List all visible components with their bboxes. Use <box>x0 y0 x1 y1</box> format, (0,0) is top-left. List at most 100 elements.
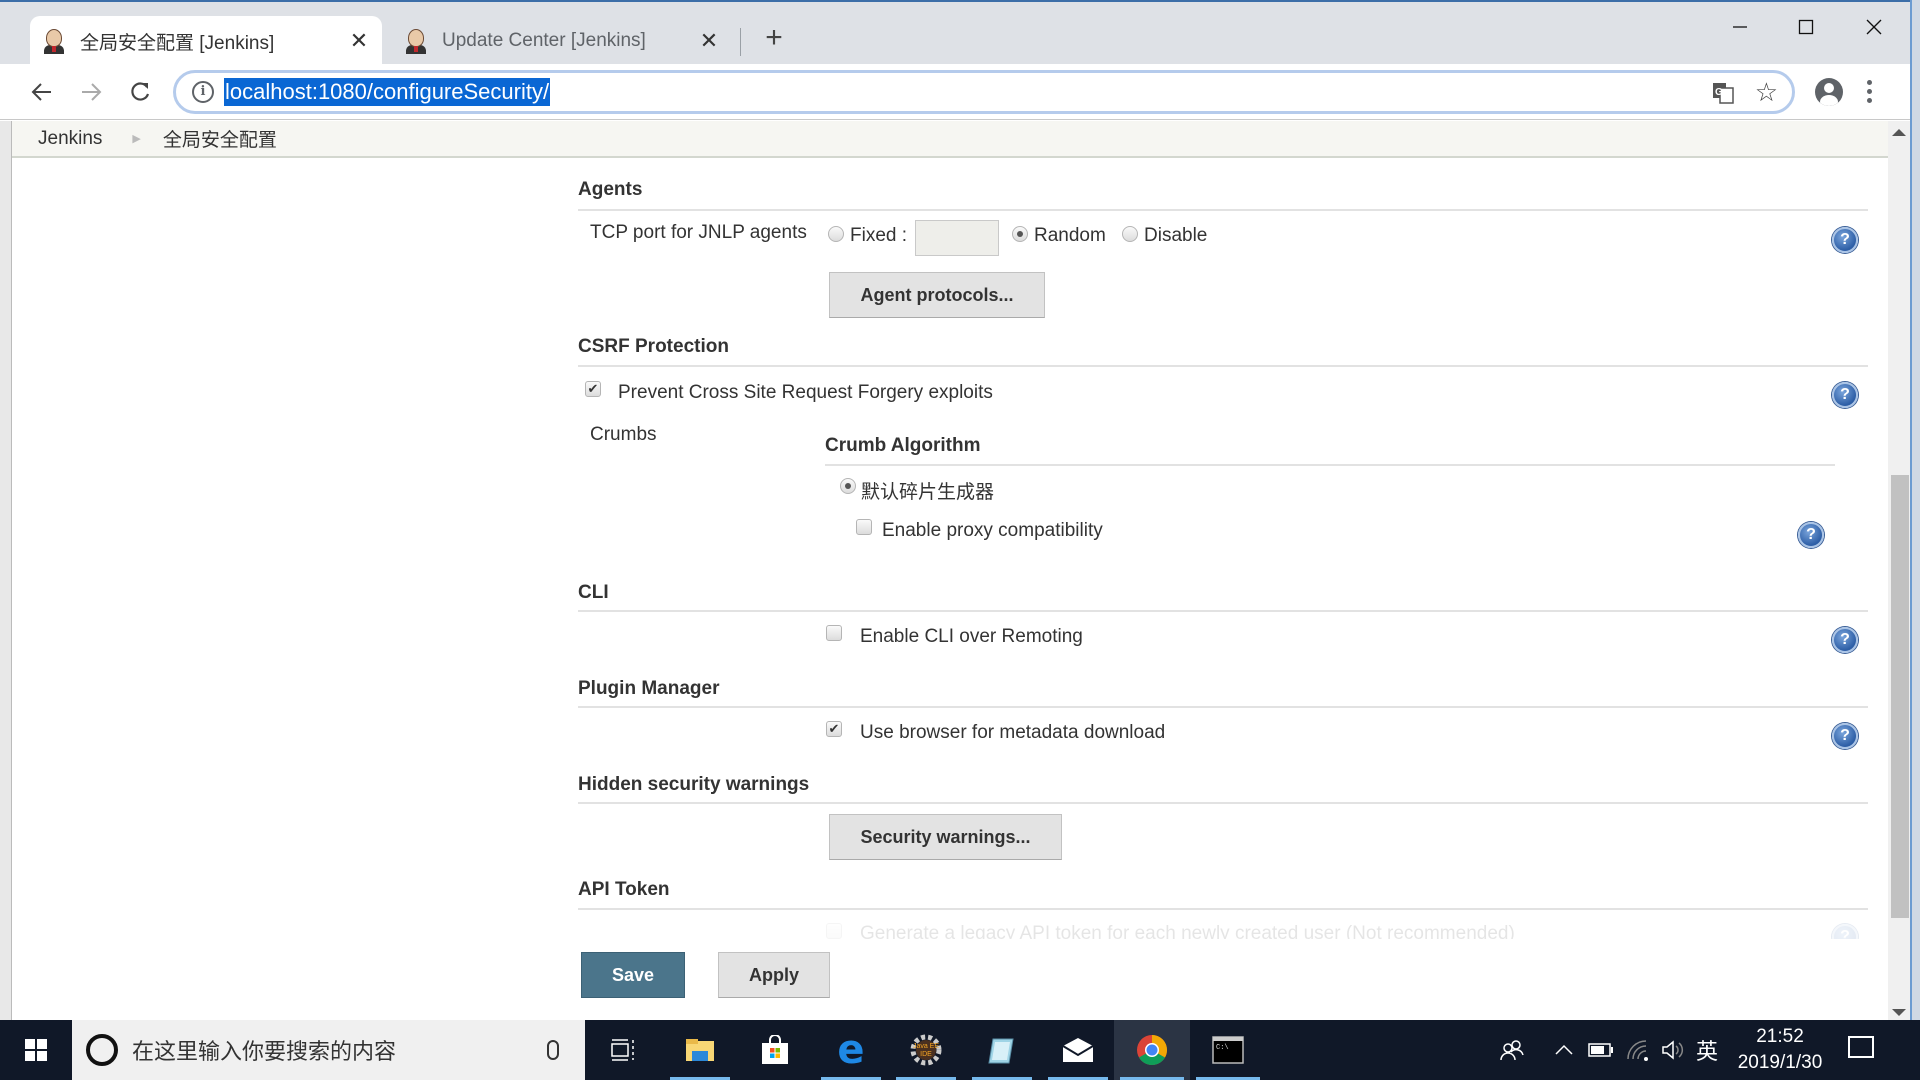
back-button[interactable] <box>24 76 60 108</box>
task-view-icon <box>611 1039 634 1061</box>
microsoft-store-icon <box>762 1035 788 1064</box>
tab-global-security[interactable]: 全局安全配置 [Jenkins] ✕ <box>30 16 382 66</box>
wifi-icon <box>1627 1040 1648 1061</box>
breadcrumb-jenkins[interactable]: Jenkins <box>38 128 102 150</box>
taskbar-edge[interactable]: e <box>815 1020 887 1080</box>
people-button[interactable] <box>1497 1020 1527 1080</box>
translate-icon[interactable]: G <box>1712 82 1734 104</box>
tab-close-icon[interactable]: ✕ <box>344 28 374 54</box>
help-icon-cli[interactable]: ? <box>1832 627 1858 653</box>
taskbar-search-box[interactable]: 在这里输入你要搜索的内容 <box>72 1020 585 1080</box>
battery-icon <box>1588 1043 1613 1057</box>
reload-icon <box>131 82 150 101</box>
people-icon <box>1500 1040 1524 1061</box>
agent-protocols-button[interactable]: Agent protocols... <box>829 272 1045 318</box>
help-icon-proxy[interactable]: ? <box>1798 522 1824 548</box>
cli-remoting-checkbox[interactable] <box>826 625 842 641</box>
taskbar-notepad[interactable] <box>966 1020 1038 1080</box>
maximize-button[interactable] <box>1776 10 1836 44</box>
breadcrumb-global-security[interactable]: 全局安全配置 <box>163 125 277 152</box>
page-content: Jenkins ▶ 全局安全配置 Agents TCP port for JNL… <box>12 121 1888 1020</box>
battery-button[interactable] <box>1588 1020 1614 1080</box>
section-title-hidden-warnings: Hidden security warnings <box>578 774 810 795</box>
browser-toolbar: i localhost:1080/configureSecurity/ G ☆ <box>0 64 1920 120</box>
radio-fixed[interactable] <box>828 226 844 242</box>
start-button[interactable] <box>0 1020 72 1080</box>
window-right-edge <box>1910 0 1920 1020</box>
jenkins-favicon-icon <box>42 28 66 54</box>
taskbar-command-prompt[interactable]: C:\ <box>1190 1020 1266 1080</box>
taskbar-clock[interactable]: 21:52 2019/1/30 <box>1720 1024 1840 1076</box>
csrf-prevent-checkbox[interactable]: ✔ <box>585 381 601 397</box>
forward-button[interactable] <box>73 76 109 108</box>
scroll-up-arrow-icon[interactable] <box>1892 129 1906 136</box>
section-divider <box>578 209 1868 211</box>
tab-update-center[interactable]: Update Center [Jenkins] ✕ <box>392 16 732 66</box>
speaker-icon <box>1662 1040 1684 1060</box>
network-button[interactable] <box>1625 1020 1651 1080</box>
maximize-icon <box>1798 19 1814 35</box>
tab-title: 全局安全配置 [Jenkins] <box>80 32 275 54</box>
scrollbar-thumb[interactable] <box>1891 475 1909 918</box>
proxy-compatibility-checkbox[interactable] <box>856 519 872 535</box>
scroll-down-arrow-icon[interactable] <box>1892 1009 1906 1016</box>
task-view-button[interactable] <box>587 1020 659 1080</box>
security-warnings-button[interactable]: Security warnings... <box>829 814 1062 860</box>
address-bar[interactable]: i localhost:1080/configureSecurity/ G ☆ <box>173 70 1795 114</box>
site-info-icon[interactable]: i <box>192 81 214 103</box>
section-divider <box>578 610 1868 612</box>
tab-close-icon[interactable]: ✕ <box>694 28 724 54</box>
bookmark-star-icon[interactable]: ☆ <box>1755 77 1778 108</box>
url-text[interactable]: localhost:1080/configureSecurity/ <box>224 78 551 106</box>
svg-text:G: G <box>1715 87 1723 98</box>
minimize-button[interactable] <box>1710 10 1770 44</box>
page-scrollbar[interactable] <box>1888 121 1910 1020</box>
legacy-token-checkbox[interactable] <box>826 923 842 939</box>
section-divider <box>578 365 1868 367</box>
radio-default-crumb-issuer[interactable] <box>840 478 856 494</box>
fixed-port-input[interactable] <box>915 220 999 256</box>
section-title-agents: Agents <box>578 179 643 200</box>
help-icon-agents[interactable]: ? <box>1832 227 1858 253</box>
taskbar-mail[interactable] <box>1042 1020 1114 1080</box>
help-icon-csrf[interactable]: ? <box>1832 382 1858 408</box>
volume-button[interactable] <box>1660 1020 1686 1080</box>
action-center-icon[interactable] <box>1848 1036 1874 1058</box>
section-title-csrf: CSRF Protection <box>578 336 729 357</box>
clock-time: 21:52 <box>1756 1026 1804 1047</box>
svg-text:IDE: IDE <box>920 1051 932 1058</box>
radio-disable[interactable] <box>1122 226 1138 242</box>
show-hidden-icons-button[interactable] <box>1552 1020 1576 1080</box>
new-tab-button[interactable]: + <box>758 22 790 54</box>
svg-text:C:\: C:\ <box>1216 1044 1229 1052</box>
more-menu-icon[interactable] <box>1864 80 1874 106</box>
help-icon-plugin-manager[interactable]: ? <box>1832 723 1858 749</box>
browser-metadata-checkbox[interactable]: ✔ <box>826 721 842 737</box>
taskbar-file-explorer[interactable] <box>664 1020 736 1080</box>
cli-remoting-label: Enable CLI over Remoting <box>860 626 1083 647</box>
taskbar-chrome[interactable] <box>1114 1020 1190 1080</box>
radio-random[interactable] <box>1012 226 1028 242</box>
section-divider <box>578 908 1868 910</box>
taskbar-microsoft-store[interactable] <box>739 1020 811 1080</box>
radio-random-label: Random <box>1034 225 1106 246</box>
close-window-button[interactable] <box>1844 10 1904 44</box>
microphone-icon[interactable] <box>547 1040 559 1060</box>
windows-logo-icon <box>25 1039 47 1061</box>
section-title-plugin-manager: Plugin Manager <box>578 678 720 699</box>
browser-metadata-label: Use browser for metadata download <box>860 722 1166 743</box>
bottom-sticky-bar <box>12 939 1888 1020</box>
file-explorer-icon <box>686 1039 714 1061</box>
tab-separator <box>740 28 741 56</box>
breadcrumb: Jenkins ▶ 全局安全配置 <box>12 121 1888 158</box>
reload-button[interactable] <box>122 76 158 108</box>
taskbar-java-ee-ide[interactable]: Java EE IDE <box>890 1020 962 1080</box>
profile-avatar-icon[interactable] <box>1815 78 1843 106</box>
ime-indicator[interactable]: 英 <box>1694 1020 1720 1080</box>
apply-button[interactable]: Apply <box>718 952 830 998</box>
clock-date: 2019/1/30 <box>1737 1052 1823 1073</box>
radio-fixed-label: Fixed : <box>850 225 908 246</box>
save-button[interactable]: Save <box>581 952 685 998</box>
section-divider <box>578 802 1868 804</box>
window-left-edge <box>0 121 12 1020</box>
